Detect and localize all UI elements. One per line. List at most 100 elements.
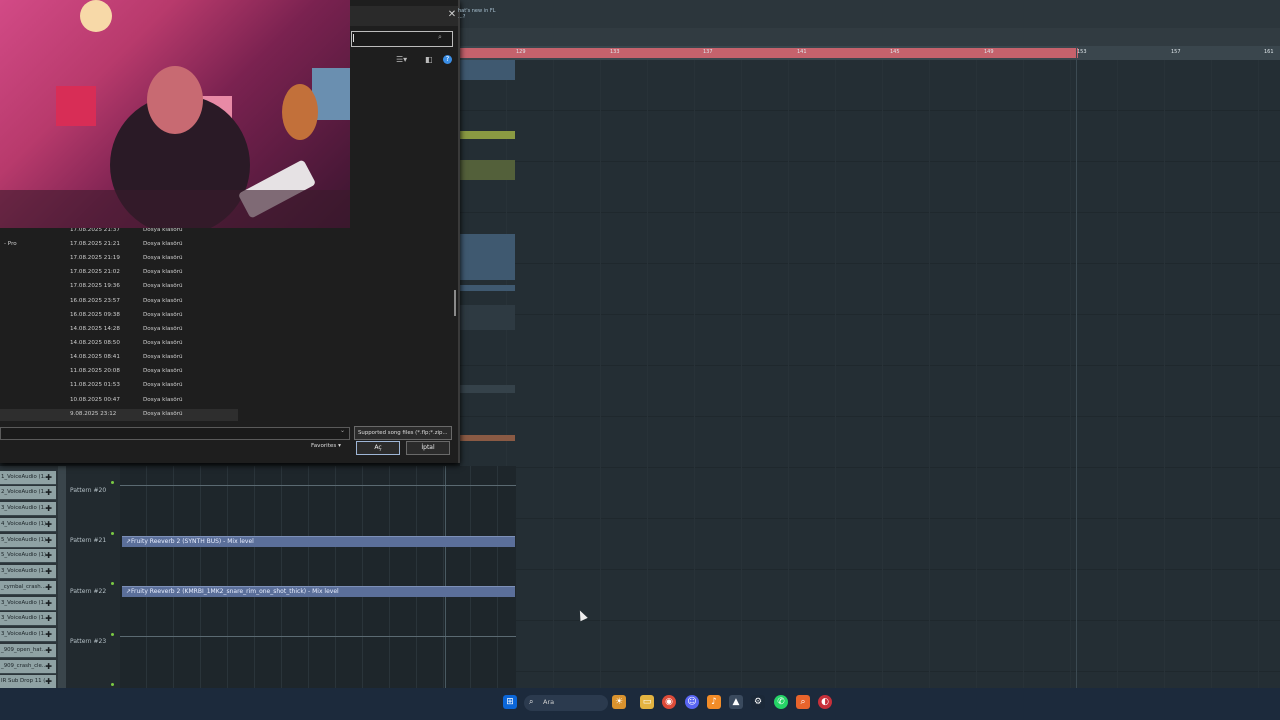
audio-clip[interactable] [460, 305, 515, 330]
file-type[interactable]: Dosya klasörü [143, 354, 183, 360]
file-date[interactable]: 14.08.2025 14:28 [70, 326, 120, 332]
channel-button[interactable]: 5_VoiceAudio (1) ✚ [0, 549, 56, 563]
plus-icon[interactable]: ✚ [45, 565, 52, 578]
whats-new-hint[interactable]: hat's new in FL ...? [458, 8, 498, 20]
plus-icon[interactable]: ✚ [45, 612, 52, 625]
search-icon[interactable]: ⌕ [438, 33, 442, 42]
file-date[interactable]: 16.08.2025 09:38 [70, 312, 120, 318]
file-date[interactable]: 17.08.2025 21:02 [70, 269, 120, 275]
file-type[interactable]: Dosya klasörü [143, 312, 183, 318]
plus-icon[interactable]: ✚ [45, 660, 52, 673]
close-icon[interactable]: ✕ [446, 8, 458, 22]
app2-icon[interactable]: ◐ [818, 695, 832, 709]
file-type[interactable]: Dosya klasörü [143, 340, 183, 346]
file-date[interactable]: 14.08.2025 08:50 [70, 340, 120, 346]
taskbar-search[interactable] [524, 695, 608, 711]
file-type[interactable]: Dosya klasörü [143, 298, 183, 304]
channel-button[interactable]: 2_VoiceAudio (1... ✚ [0, 486, 56, 500]
file-type[interactable]: Dosya klasörü [143, 255, 183, 261]
pattern-track-label[interactable]: Pattern #23 [70, 638, 106, 645]
channel-button[interactable]: 1_VoiceAudio (1... ✚ [0, 471, 56, 485]
dialog-titlebar[interactable] [350, 6, 458, 26]
pattern-track-label[interactable]: Pattern #22 [70, 588, 106, 595]
app-icon[interactable]: ▲ [729, 695, 743, 709]
file-explorer-icon[interactable]: ▭ [640, 695, 654, 709]
plus-icon[interactable]: ✚ [45, 581, 52, 594]
plus-icon[interactable]: ✚ [45, 471, 52, 484]
steam-icon[interactable]: ⚙ [751, 695, 765, 709]
file-date[interactable]: 9.08.2025 23:12 [70, 411, 116, 417]
plus-icon[interactable]: ✚ [45, 675, 52, 688]
plus-icon[interactable]: ✚ [45, 502, 52, 515]
file-type[interactable]: Dosya klasörü [143, 368, 183, 374]
file-date[interactable]: 17.08.2025 21:21 [70, 241, 120, 247]
channel-button[interactable]: 3_VoiceAudio (1... ✚ [0, 502, 56, 516]
cancel-button[interactable]: İptal [406, 441, 450, 455]
fl-studio-icon[interactable]: ♪ [707, 695, 721, 709]
channel-button[interactable]: _909_crash_cle... ✚ [0, 660, 56, 674]
pattern-track-label[interactable]: Pattern #21 [70, 537, 106, 544]
view-menu-icon[interactable]: ☰▾ [396, 55, 407, 64]
channel-button[interactable]: 3_VoiceAudio (1... ✚ [0, 612, 56, 626]
tool-icon[interactable]: ⌕ [796, 695, 810, 709]
plus-icon[interactable]: ✚ [45, 534, 52, 547]
track-led[interactable] [111, 683, 114, 686]
channel-button[interactable]: IR Sub Drop 11 (... ✚ [0, 675, 56, 689]
file-row-selected[interactable] [0, 409, 238, 421]
audio-clip[interactable] [460, 385, 515, 393]
audio-clip[interactable] [460, 234, 515, 280]
plus-icon[interactable]: ✚ [45, 518, 52, 531]
file-list-scrollbar[interactable] [454, 290, 456, 316]
file-date[interactable]: 17.08.2025 21:19 [70, 255, 120, 261]
help-icon[interactable]: ? [443, 55, 452, 64]
track-led[interactable] [111, 532, 114, 535]
file-type[interactable]: Dosya klasörü [143, 241, 183, 247]
automation-clip[interactable]: ↗Fruity Reeverb 2 (SYNTH BUS) - Mix leve… [122, 536, 515, 547]
file-date[interactable]: 11.08.2025 20:08 [70, 368, 120, 374]
pattern-clip[interactable] [460, 131, 515, 139]
plus-icon[interactable]: ✚ [45, 597, 52, 610]
playlist-grid-lower[interactable] [120, 466, 516, 688]
file-type-filter[interactable]: Supported song files (*.flp;*.zip... [354, 426, 452, 440]
file-type[interactable]: Dosya klasörü [143, 269, 183, 275]
audio-clip[interactable] [460, 435, 515, 441]
file-date[interactable]: 14.08.2025 08:41 [70, 354, 120, 360]
playlist-grid[interactable] [460, 60, 1280, 688]
plus-icon[interactable]: ✚ [45, 486, 52, 499]
channel-button[interactable]: 3_VoiceAudio (1... ✚ [0, 628, 56, 642]
file-type[interactable]: Dosya klasörü [143, 411, 183, 417]
file-date[interactable]: 17.08.2025 19:36 [70, 283, 120, 289]
file-type[interactable]: Dosya klasörü [143, 326, 183, 332]
file-date[interactable]: 11.08.2025 01:53 [70, 382, 120, 388]
track-led[interactable] [111, 481, 114, 484]
pattern-track-label[interactable]: Pattern #20 [70, 487, 106, 494]
windows-icon[interactable]: ⊞ [503, 695, 517, 709]
channel-button[interactable]: _909_open_hat... ✚ [0, 644, 56, 658]
plus-icon[interactable]: ✚ [45, 644, 52, 657]
channel-button[interactable]: 3_VoiceAudio (1... ✚ [0, 597, 56, 611]
track-led[interactable] [111, 633, 114, 636]
channel-button[interactable]: 3_VoiceAudio (1... ✚ [0, 565, 56, 579]
filename-input[interactable] [0, 427, 350, 440]
plus-icon[interactable]: ✚ [45, 628, 52, 641]
audio-clip[interactable] [460, 60, 515, 80]
automation-clip[interactable]: ↗Fruity Reeverb 2 (KMRBI_1MK2_snare_rim_… [122, 586, 515, 597]
channel-button[interactable]: 5_VoiceAudio (1) ✚ [0, 534, 56, 548]
file-date[interactable]: 16.08.2025 23:57 [70, 298, 120, 304]
file-type[interactable]: Dosya klasörü [143, 382, 183, 388]
track-led[interactable] [111, 582, 114, 585]
preview-pane-icon[interactable]: ◧ [425, 55, 433, 64]
nav-pane-item[interactable]: - Pro [4, 241, 17, 247]
channel-button[interactable]: _cymbal_crash... ✚ [0, 581, 56, 595]
plus-icon[interactable]: ✚ [45, 549, 52, 562]
file-date[interactable]: 10.08.2025 00:47 [70, 397, 120, 403]
audio-clip[interactable] [460, 285, 515, 291]
open-button[interactable]: Aç [356, 441, 400, 455]
channel-button[interactable]: 4_VoiceAudio (1) ✚ [0, 518, 56, 532]
discord-icon[interactable]: ☺ [685, 695, 699, 709]
file-type[interactable]: Dosya klasörü [143, 397, 183, 403]
whatsapp-icon[interactable]: ✆ [774, 695, 788, 709]
pattern-clip[interactable] [460, 160, 515, 180]
favorites-dropdown[interactable]: Favorites ▾ [311, 443, 341, 449]
widgets-icon[interactable]: ☀ [612, 695, 626, 709]
